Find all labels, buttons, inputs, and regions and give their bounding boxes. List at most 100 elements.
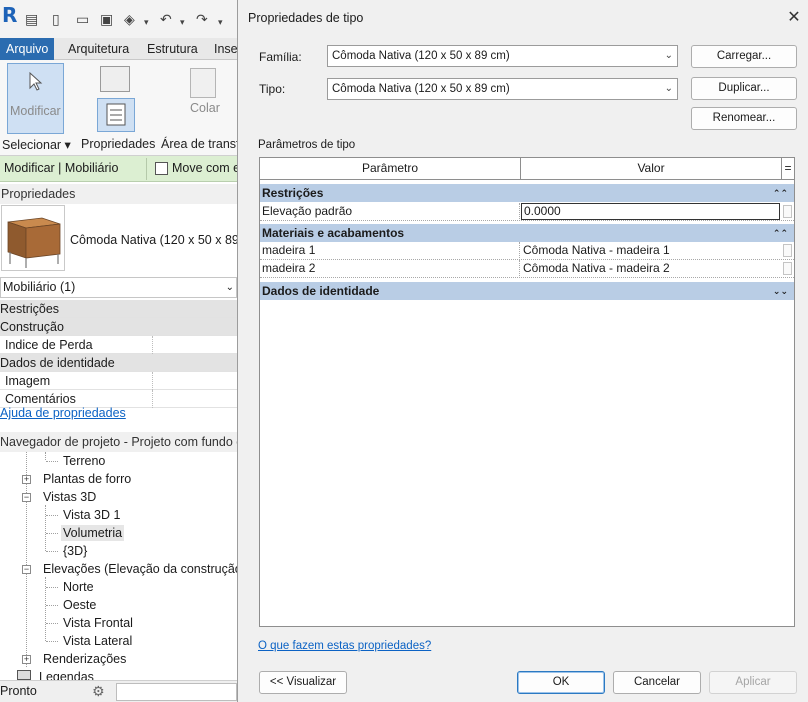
collapse-minus-icon[interactable]: − [22,493,31,502]
tree-item-terreno[interactable]: Terreno [63,453,105,469]
group-restricoes[interactable]: Restrições ⌃⌃ [260,184,794,202]
param-name: madeira 2 [262,261,316,275]
formula-cell[interactable] [783,244,792,257]
family-select[interactable]: Cômoda Nativa (120 x 50 x 89 cm) ⌄ [327,45,678,67]
clipboard-panel-label[interactable]: Área de transfe [161,137,237,151]
worksharing-icon[interactable]: ⚙ [92,683,105,700]
tree-item-vista-frontal[interactable]: Vista Frontal [63,615,133,631]
param-value[interactable]: Cômoda Nativa - madeira 1 [523,242,670,259]
prop-row-label: Imagem [5,374,51,388]
paste-icon[interactable] [190,68,216,98]
rename-button[interactable]: Renomear... [691,107,797,130]
revit-logo-icon[interactable]: R [2,5,17,25]
preview-button[interactable]: << Visualizar [259,671,347,694]
properties-help-link[interactable]: Ajuda de propriedades [0,406,126,420]
tree-item-3d[interactable]: {3D} [63,543,87,559]
tab-inserir[interactable]: Inse [208,38,237,60]
modify-tool-label: Modificar [10,104,61,118]
prop-group-label: Construção [0,320,64,334]
collapse-minus-icon[interactable]: − [22,565,31,574]
cancel-button[interactable]: Cancelar [613,671,701,694]
tab-arquitetura[interactable]: Arquitetura [62,38,135,60]
tree-item-elevacoes[interactable]: Elevações (Elevação da construção) [43,561,237,577]
chevron-down-icon: ⌄ [664,50,673,61]
properties-panel-label[interactable]: Propriedades [81,137,155,151]
cursor-arrow-icon [29,72,43,91]
param-value-input[interactable]: 0.0000 [521,203,780,220]
context-label: Modificar | Mobiliário [4,161,119,175]
instance-filter-select[interactable]: Mobiliário (1) ⌄ [0,277,237,298]
type-select-value: Cômoda Nativa (120 x 50 x 89 cm) [332,83,510,95]
dropdown-arrow-icon[interactable]: ▾ [218,14,223,30]
tree-item-renderizacoes[interactable]: Renderizações [43,651,126,667]
prop-row-imagem[interactable]: Imagem [0,372,237,390]
undo-icon[interactable]: ↶ [160,11,172,27]
param-name: madeira 1 [262,243,316,257]
new-file-icon[interactable]: ▯ [52,11,60,27]
prop-group-construcao[interactable]: Construção [0,318,237,336]
app-menu-icon[interactable]: ▤ [25,11,38,27]
save-icon[interactable]: ▣ [100,11,113,27]
param-value[interactable]: Cômoda Nativa - madeira 2 [523,260,670,277]
help-link[interactable]: O que fazem estas propriedades? [258,640,431,652]
load-button[interactable]: Carregar... [691,45,797,68]
sync-icon[interactable]: ◈ [124,11,135,27]
select-menu[interactable]: Selecionar ▾ [2,137,71,152]
tree-item-volumetria[interactable]: Volumetria [61,525,125,541]
revit-main-window: R ▤ ▯ ▭ ▣ ◈ ▾ ↶ ▾ ↷ ▾ Arquivo Arquitetur… [0,0,237,702]
expand-plus-icon[interactable]: + [22,655,31,664]
grid-header: Parâmetro Valor = [260,158,794,180]
type-selector-name[interactable]: Cômoda Nativa (120 x 50 x 89 c [70,233,237,247]
type-select[interactable]: Cômoda Nativa (120 x 50 x 89 cm) ⌄ [327,78,678,100]
apply-button[interactable]: Aplicar [709,671,797,694]
tab-estrutura[interactable]: Estrutura [141,38,204,60]
collapse-chevron-icon[interactable]: ⌃⌃ [773,224,788,242]
prop-group-label: Dados de identidade [0,356,115,370]
tree-connector [46,623,58,624]
close-icon[interactable]: ✕ [783,7,805,29]
tree-item-vista-3d-1[interactable]: Vista 3D 1 [63,507,120,523]
expand-chevron-icon[interactable]: ⌄⌄ [773,282,788,300]
prop-row-indice-perda[interactable]: Indice de Perda [0,336,237,354]
type-label: Tipo: [259,82,286,96]
tree-item-vistas-3d[interactable]: Vistas 3D [43,489,96,505]
modify-tool-button[interactable]: Modificar [7,63,64,134]
expand-plus-icon[interactable]: + [22,475,31,484]
formula-cell[interactable] [783,262,792,275]
chevron-down-icon: ⌄ [225,282,234,293]
redo-icon[interactable]: ↷ [196,11,208,27]
group-dados-identidade[interactable]: Dados de identidade ⌄⌄ [260,282,794,300]
type-properties-icon[interactable] [100,66,130,92]
collapse-chevron-icon[interactable]: ⌃⌃ [773,184,788,202]
ok-button[interactable]: OK [517,671,605,694]
column-header-parametro[interactable]: Parâmetro [260,158,520,179]
type-preview-image[interactable] [1,205,65,271]
tree-item-vista-lateral[interactable]: Vista Lateral [63,633,132,649]
dropdown-arrow-icon[interactable]: ▾ [144,14,149,30]
tree-item-norte[interactable]: Norte [63,579,94,595]
move-with-checkbox[interactable] [155,162,168,175]
instance-filter-value: Mobiliário (1) [3,280,76,294]
column-header-valor[interactable]: Valor [521,158,781,179]
prop-group-dados-identidade[interactable]: Dados de identidade [0,354,237,372]
context-options-bar: Modificar | Mobiliário Move com e [0,156,237,182]
tree-item-legendas[interactable]: Legendas [39,669,94,680]
open-folder-icon[interactable]: ▭ [76,11,89,27]
tree-item-plantas-forro[interactable]: Plantas de forro [43,471,131,487]
tree-connector [45,452,46,460]
table-row[interactable]: madeira 2 Cômoda Nativa - madeira 2 [260,260,794,278]
properties-palette-title: Propriedades [0,184,237,204]
tree-item-oeste[interactable]: Oeste [63,597,96,613]
duplicate-button[interactable]: Duplicar... [691,77,797,100]
formula-cell[interactable] [783,205,792,218]
formula-column-header[interactable]: = [782,158,794,179]
tab-arquivo[interactable]: Arquivo [0,38,55,60]
dialog-title: Propriedades de tipo [248,11,364,25]
status-input-field[interactable] [116,683,237,701]
table-row[interactable]: Elevação padrão 0.0000 [260,203,794,221]
properties-tool-button[interactable] [97,98,135,132]
dropdown-arrow-icon[interactable]: ▾ [180,14,185,30]
group-materiais-acabamentos[interactable]: Materiais e acabamentos ⌃⌃ [260,224,794,242]
table-row[interactable]: madeira 1 Cômoda Nativa - madeira 1 [260,242,794,260]
prop-group-restricoes[interactable]: Restrições [0,300,237,318]
